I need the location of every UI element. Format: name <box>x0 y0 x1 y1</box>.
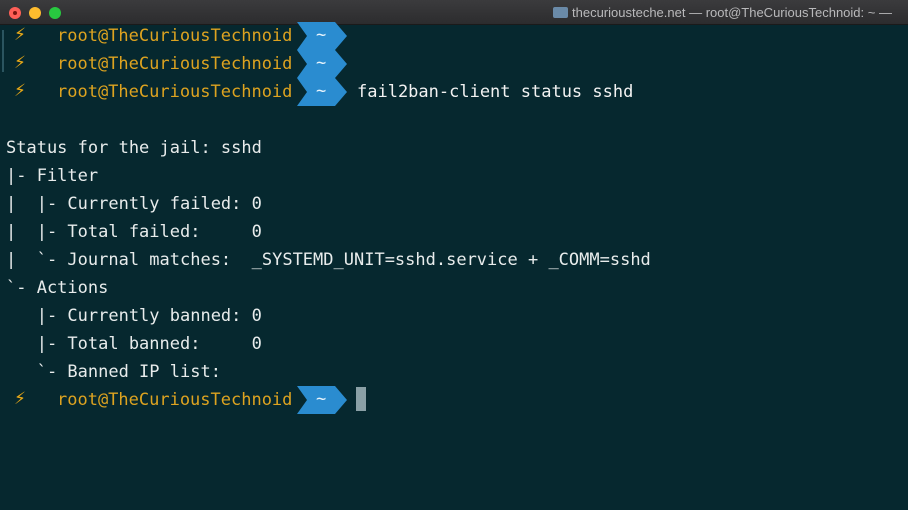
output-line: | |- Total failed: 0 <box>6 222 262 242</box>
prompt-line: ⚡ root@TheCuriousTechnoid ~ fail2ban-cli… <box>0 78 908 106</box>
prompt-dir: ~ <box>316 81 327 101</box>
text-cursor[interactable] <box>356 387 366 411</box>
output-line: |- Filter <box>6 166 99 186</box>
active-prompt-line[interactable]: ⚡ root@TheCuriousTechnoid ~ <box>0 386 908 414</box>
output-line: |- Total banned: 0 <box>6 334 262 354</box>
close-button[interactable] <box>9 7 21 19</box>
prompt-user: root@TheCuriousTechnoid <box>57 26 293 46</box>
output-line: `- Banned IP list: <box>6 362 221 382</box>
lightning-bolt-icon: ⚡ <box>14 53 26 73</box>
prompt-user: root@TheCuriousTechnoid <box>57 54 293 74</box>
prompt-dir: ~ <box>316 389 327 409</box>
prompt-line: ⚡ root@TheCuriousTechnoid ~ <box>0 22 908 50</box>
window-title: thecuriousteche.net — root@TheCuriousTec… <box>553 4 892 20</box>
prompt-line: ⚡ root@TheCuriousTechnoid ~ <box>0 50 908 78</box>
prompt-user: root@TheCuriousTechnoid <box>57 82 293 102</box>
output-line: `- Actions <box>6 278 109 298</box>
lightning-bolt-icon: ⚡ <box>14 81 26 101</box>
output-line: | |- Currently failed: 0 <box>6 194 262 214</box>
prompt-user: root@TheCuriousTechnoid <box>57 390 293 410</box>
prompt-dir: ~ <box>316 25 327 45</box>
terminal-window: thecuriousteche.net — root@TheCuriousTec… <box>0 0 908 510</box>
prompt-dir: ~ <box>316 53 327 73</box>
minimize-button[interactable] <box>29 7 41 19</box>
maximize-button[interactable] <box>49 7 61 19</box>
lightning-bolt-icon: ⚡ <box>14 389 26 409</box>
command-text: fail2ban-client status sshd <box>357 82 634 102</box>
lightning-bolt-icon: ⚡ <box>14 25 26 45</box>
output-line: |- Currently banned: 0 <box>6 306 262 326</box>
output-line: Status for the jail: sshd <box>6 138 262 158</box>
output-line: | `- Journal matches: _SYSTEMD_UNIT=sshd… <box>6 250 651 270</box>
folder-icon <box>553 7 568 19</box>
